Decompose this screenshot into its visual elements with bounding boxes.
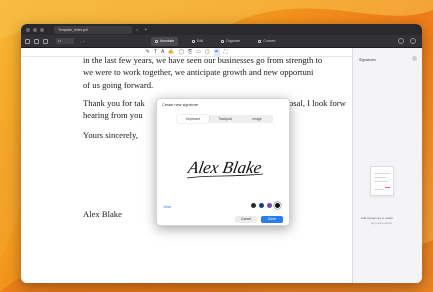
tab-organize[interactable]: Organize: [217, 37, 244, 46]
signature-tool-icon[interactable]: ✒: [213, 47, 220, 57]
sidebar-caption: Add signatures to easily: [361, 216, 393, 220]
organize-icon: [221, 40, 225, 43]
sidebar-title: Signatures: [359, 58, 376, 62]
dialog-title: Create new signature: [162, 103, 199, 107]
convert-icon: [258, 40, 262, 43]
close-window-button[interactable]: [26, 27, 30, 32]
close-tab-icon[interactable]: ×: [136, 26, 138, 34]
share-icon[interactable]: [410, 38, 416, 44]
shape-tool-icon[interactable]: ◯: [179, 48, 185, 57]
document-tab[interactable]: Template_letter.pdf: [54, 25, 132, 34]
thumbnails-icon[interactable]: [34, 38, 39, 44]
segment-trackpad[interactable]: Trackpad: [209, 115, 241, 123]
signatures-sidebar: Signatures Add signatures to easily sign…: [352, 48, 422, 283]
rectangle-tool-icon[interactable]: ▭: [196, 48, 201, 57]
color-swatches: [251, 203, 280, 208]
signer-name: Alex Blake: [83, 209, 122, 219]
search-icon[interactable]: [398, 38, 404, 44]
segment-image[interactable]: Image: [241, 115, 273, 123]
create-signature-dialog: Create new signature Keyboard Trackpad I…: [156, 98, 290, 226]
sidebar-caption-secondary: sign documents: [371, 221, 393, 225]
color-swatch-dark-gray[interactable]: [251, 203, 256, 208]
signature-placeholder-thumbnail: [370, 166, 394, 196]
color-swatch-purple[interactable]: [267, 203, 272, 208]
color-swatch-black[interactable]: [275, 203, 280, 208]
color-swatch-blue[interactable]: [259, 203, 264, 208]
signature-method-segmented-control: Keyboard Trackpad Image: [177, 115, 273, 123]
text-tool-icon[interactable]: T: [154, 48, 157, 57]
document-line: in the last few years, we have seen our …: [83, 57, 323, 65]
tab-convert-label: Convert: [263, 39, 276, 43]
handwriting-tool-icon[interactable]: ✍: [168, 48, 174, 57]
signature-canvas[interactable]: Alex Blake: [165, 127, 283, 199]
title-bar: Template_letter.pdf × +: [21, 24, 422, 35]
view-select[interactable]: Fit: [56, 38, 74, 44]
toolbar-right: [398, 38, 416, 44]
zoom-control[interactable]: - +: [80, 39, 85, 44]
signature-text: Alex Blake: [186, 158, 264, 177]
clear-button[interactable]: Clear: [163, 205, 171, 209]
edit-icon: [192, 40, 196, 43]
document-line: Yours sincerely,: [83, 130, 138, 140]
stamp-tool-icon[interactable]: ⎘: [188, 48, 192, 57]
cancel-button[interactable]: Cancel: [235, 216, 257, 223]
window-controls: [26, 27, 44, 32]
sidebar-toggle-icon[interactable]: [25, 38, 30, 44]
signature-mark-icon: [385, 185, 390, 188]
tab-annotate-label: Annotate: [160, 39, 175, 43]
zoom-window-button[interactable]: [40, 27, 44, 32]
tab-annotate[interactable]: Annotate: [151, 37, 179, 46]
main-toolbar: Fit - + Annotate Edit Organize Convert: [21, 35, 422, 48]
minimize-window-button[interactable]: [33, 27, 37, 32]
tab-convert[interactable]: Convert: [254, 37, 279, 46]
tab-edit[interactable]: Edit: [188, 37, 207, 46]
grid-view-icon[interactable]: [43, 38, 48, 44]
font-tool-icon[interactable]: A: [161, 48, 164, 57]
document-line: osal, I look forw: [289, 98, 346, 108]
crop-tool-icon[interactable]: ⛶: [224, 48, 228, 57]
pen-tool-icon[interactable]: ✎: [146, 48, 150, 57]
new-tab-button[interactable]: +: [144, 27, 147, 33]
app-window: Template_letter.pdf × + Fit - + Annotate…: [21, 24, 422, 283]
tab-organize-label: Organize: [226, 39, 241, 43]
segment-keyboard[interactable]: Keyboard: [177, 115, 209, 123]
annotate-icon: [155, 40, 158, 43]
signature-drawing: Alex Blake: [186, 158, 264, 179]
document-line: of us going forward.: [83, 80, 154, 90]
document-line: hearing from you: [83, 110, 143, 120]
box-tool-icon[interactable]: ▢: [205, 48, 210, 57]
done-button[interactable]: Done: [261, 216, 283, 223]
document-tab-title: Template_letter.pdf: [58, 27, 88, 32]
document-line: Thank you for tak: [83, 98, 145, 108]
annotate-toolbar: ✎ T A ✍ ◯ ⎘ ▭ ▢ ✒ ⛶: [21, 47, 352, 57]
mode-tabs: Annotate Edit Organize Convert: [151, 37, 280, 46]
tab-edit-label: Edit: [197, 39, 204, 43]
close-icon[interactable]: [412, 56, 417, 61]
document-line: we were to work together, we anticipate …: [83, 67, 314, 77]
